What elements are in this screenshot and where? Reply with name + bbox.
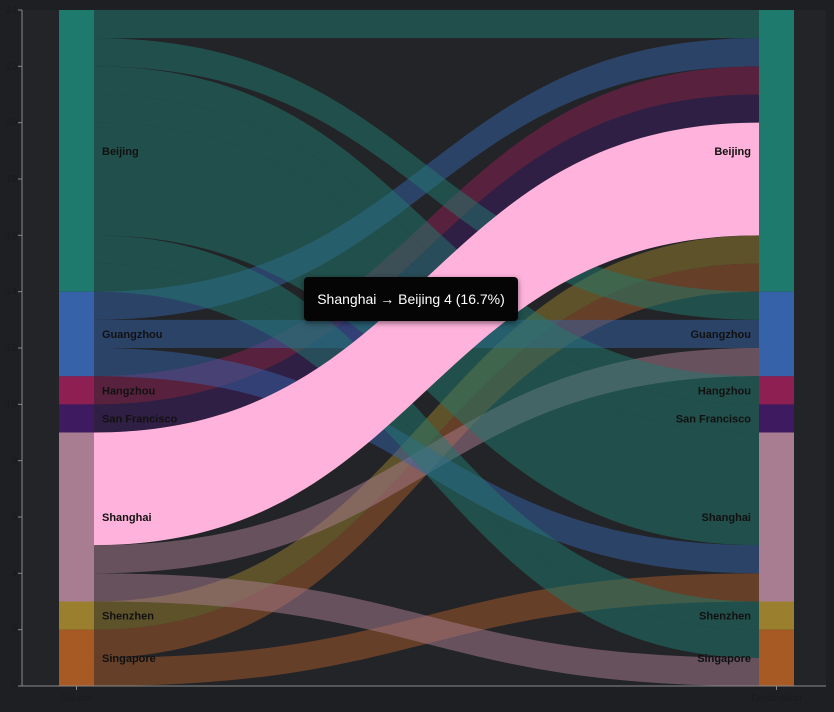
destination-node-hangzhou[interactable] xyxy=(759,376,794,405)
source-node-beijing[interactable] xyxy=(59,10,94,292)
source-label-beijing: Beijing xyxy=(102,146,139,158)
y-tick-label: 18 xyxy=(6,174,18,185)
destination-label-shanghai: Shanghai xyxy=(701,512,751,524)
y-tick-label: 10 xyxy=(6,399,18,410)
y-tick-label: 0 xyxy=(11,681,17,692)
source-label-guangzhou: Guangzhou xyxy=(102,329,163,341)
x-category-source: Source xyxy=(61,693,93,704)
y-tick-label: 6 xyxy=(11,512,17,523)
y-tick-label: 16 xyxy=(6,230,18,241)
destination-label-singapore: Singapore xyxy=(697,653,751,665)
source-node-guangzhou[interactable] xyxy=(59,291,94,377)
destination-node-beijing[interactable] xyxy=(759,10,794,292)
source-node-hangzhou[interactable] xyxy=(59,376,94,405)
destination-label-guangzhou: Guangzhou xyxy=(691,329,752,341)
source-node-shenzhen[interactable] xyxy=(59,601,94,630)
destination-label-san-francisco: San Francisco xyxy=(676,413,751,425)
source-label-san-francisco: San Francisco xyxy=(102,413,177,425)
link-tooltip: Shanghai → Beijing 4 (16.7%) xyxy=(304,277,518,321)
source-node-singapore[interactable] xyxy=(59,629,94,686)
destination-label-beijing: Beijing xyxy=(714,146,751,158)
y-tick-label: 14 xyxy=(6,287,18,298)
y-tick-label: 20 xyxy=(6,118,18,129)
destination-label-shenzhen: Shenzhen xyxy=(699,611,751,623)
source-label-shanghai: Shanghai xyxy=(102,512,152,524)
source-label-shenzhen: Shenzhen xyxy=(102,611,154,623)
y-tick-label: 24 xyxy=(6,5,18,16)
destination-node-singapore[interactable] xyxy=(759,629,794,686)
y-tick-label: 4 xyxy=(11,568,17,579)
y-tick-label: 12 xyxy=(6,343,18,354)
destination-label-hangzhou: Hangzhou xyxy=(698,385,751,397)
source-node-san-francisco[interactable] xyxy=(59,404,94,433)
y-tick-label: 2 xyxy=(11,625,17,636)
sankey-chart: Singapore Singapore Shenzhen Shenzhen Shangh… xyxy=(6,5,826,704)
destination-node-shenzhen[interactable] xyxy=(759,601,794,630)
y-tick-label: 8 xyxy=(11,456,17,467)
source-node-shanghai[interactable] xyxy=(59,432,94,602)
y-tick-label: 22 xyxy=(6,61,18,72)
source-label-hangzhou: Hangzhou xyxy=(102,385,155,397)
tooltip-text: Shanghai → Beijing 4 (16.7%) xyxy=(317,291,505,307)
destination-node-san-francisco[interactable] xyxy=(759,404,794,433)
x-category-destination: Destination xyxy=(751,693,801,704)
destination-node-shanghai[interactable] xyxy=(759,432,794,602)
source-label-singapore: Singapore xyxy=(102,653,156,665)
destination-node-guangzhou[interactable] xyxy=(759,291,794,377)
link-beijing-to-beijing[interactable] xyxy=(94,10,759,39)
